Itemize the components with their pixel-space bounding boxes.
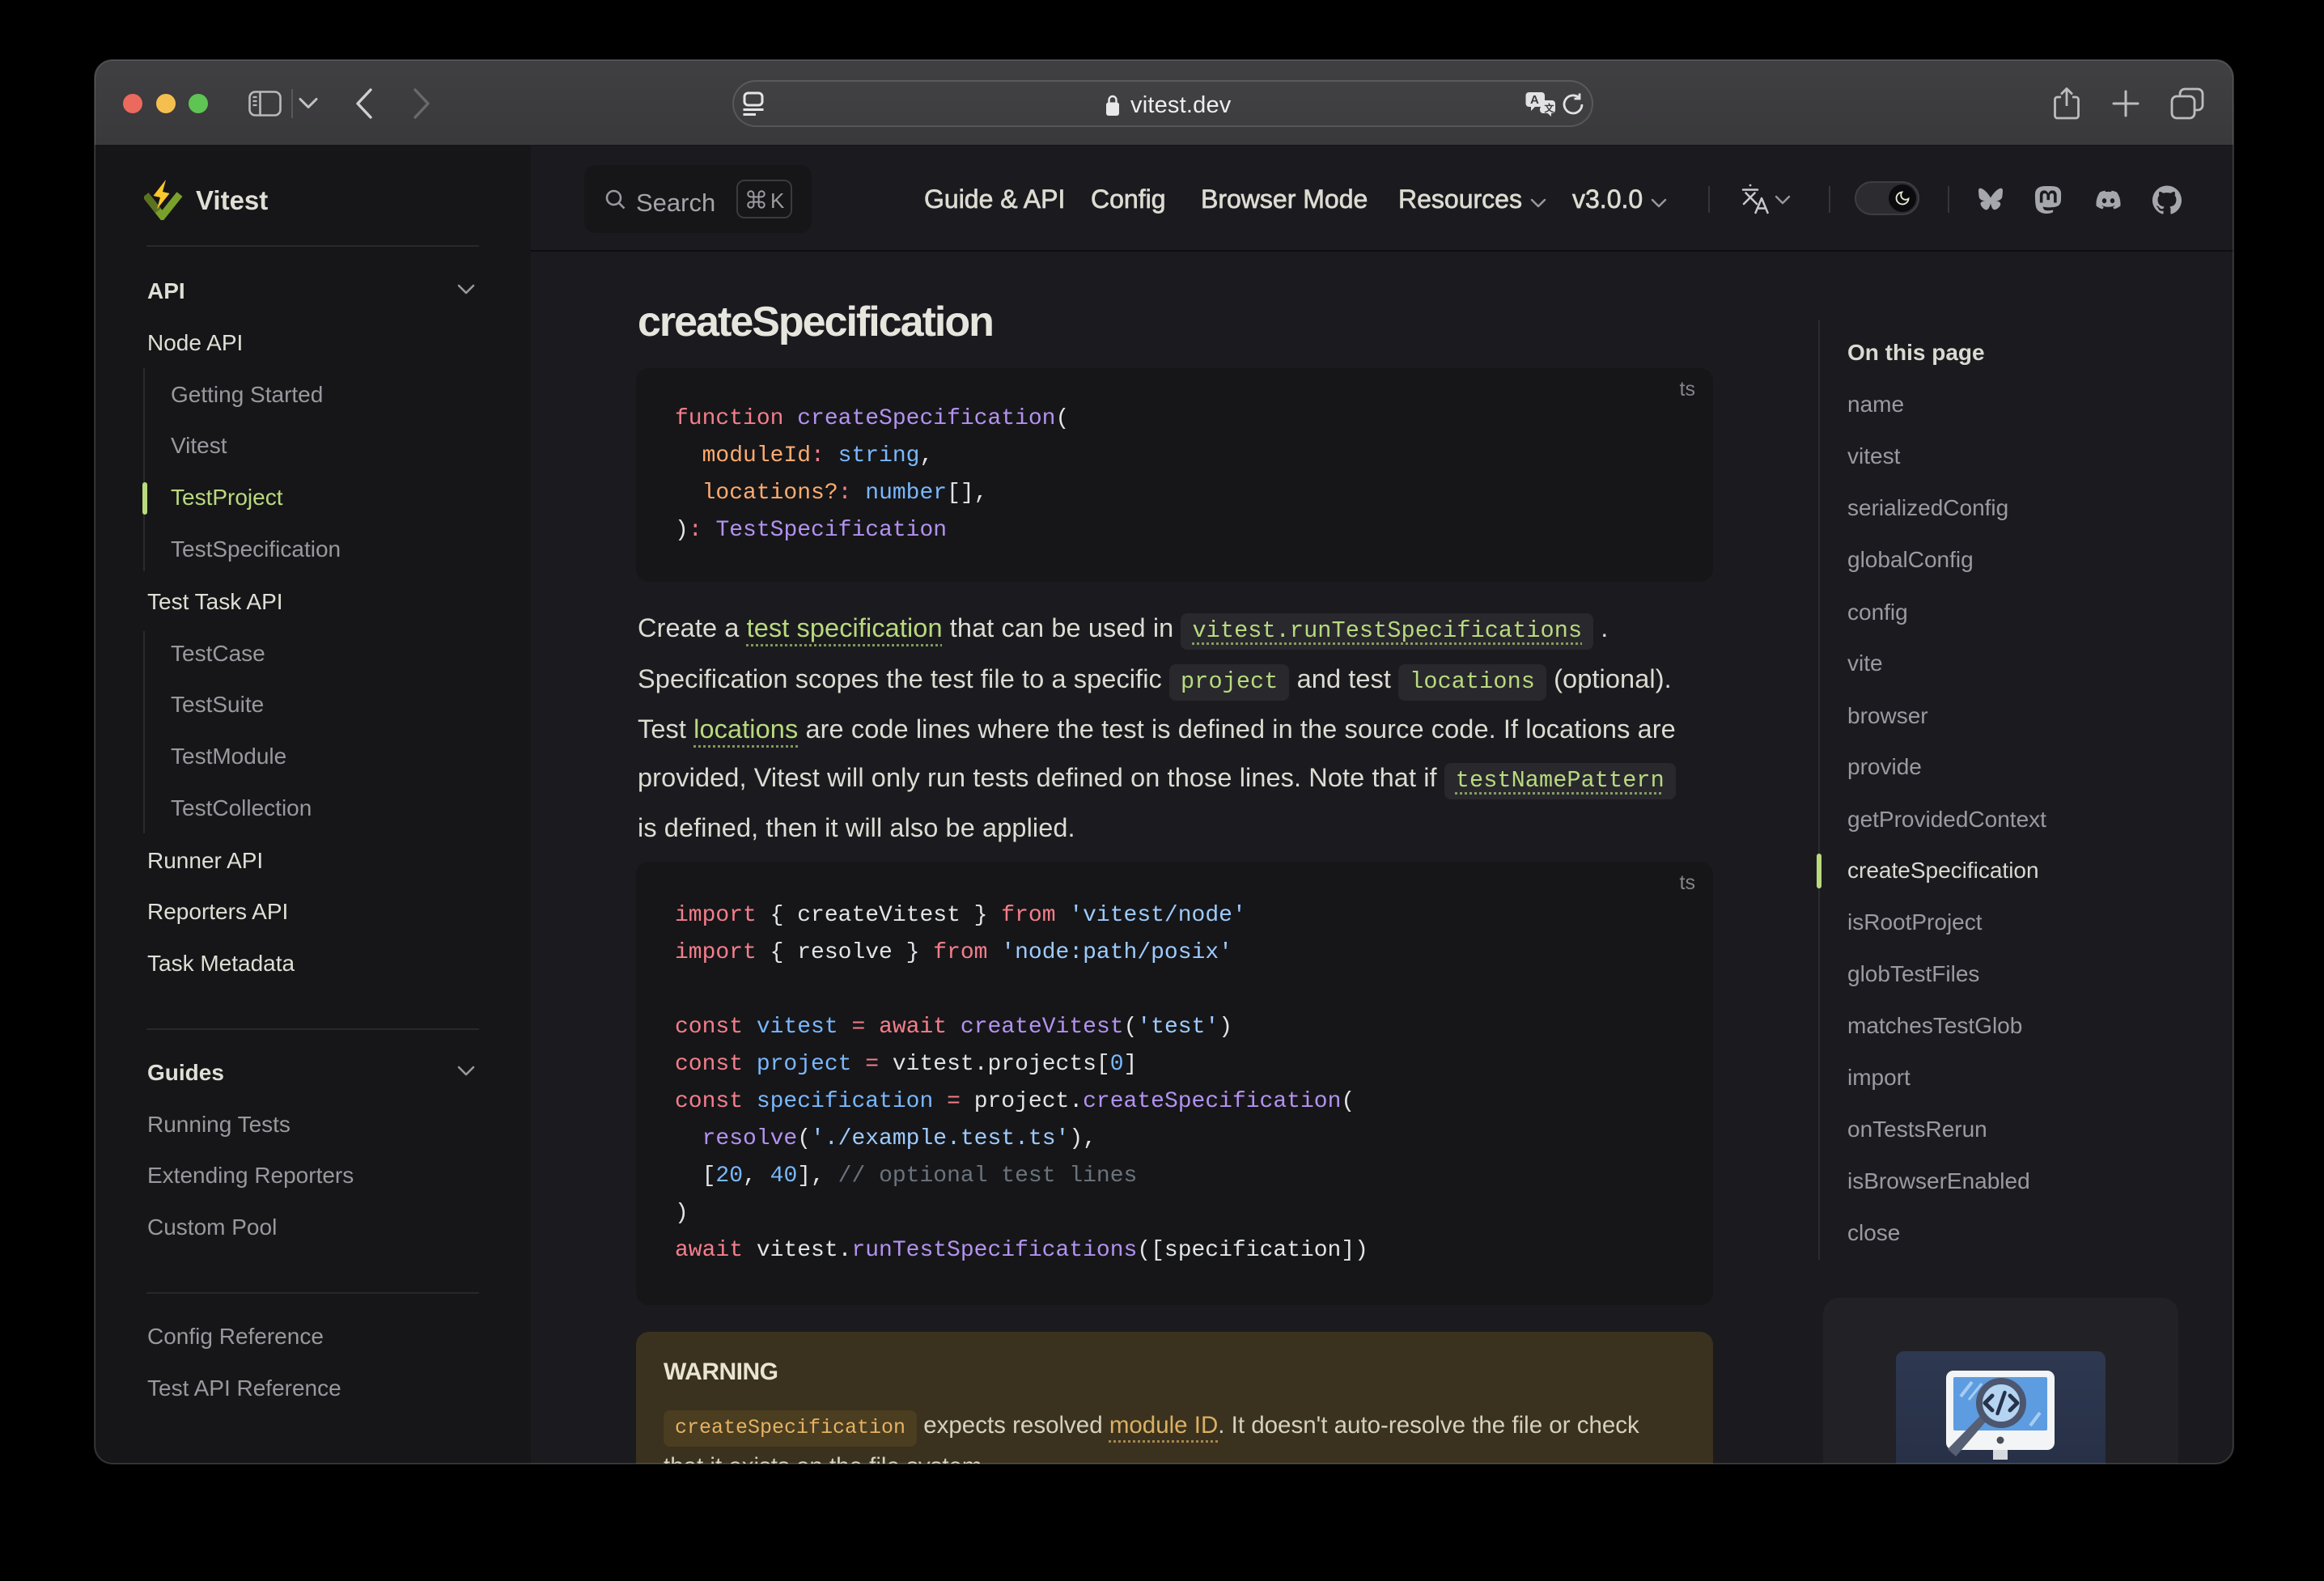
svg-text:A: A	[1530, 93, 1539, 107]
svg-text:文: 文	[1545, 102, 1555, 114]
